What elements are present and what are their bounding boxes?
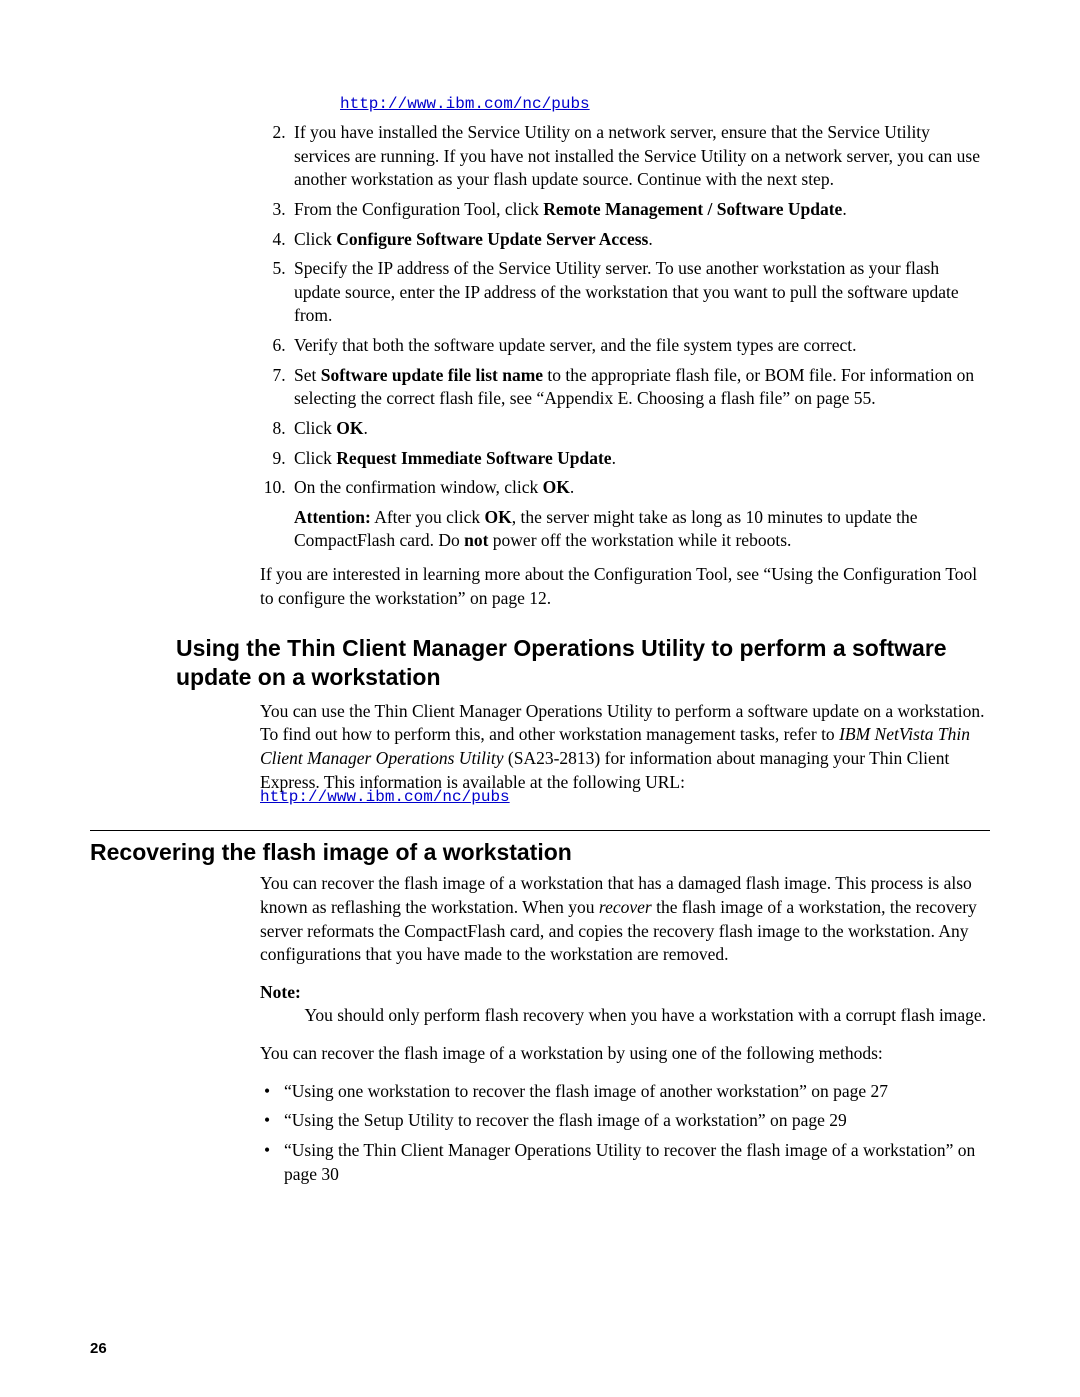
heading-recovering-flash: Recovering the flash image of a workstat… — [90, 839, 990, 866]
step-10: On the confirmation window, click OK. At… — [290, 476, 990, 553]
step-7: Set Software update file list name to th… — [290, 364, 990, 411]
step-3: From the Configuration Tool, click Remot… — [290, 198, 990, 222]
recover-intro: You can recover the flash image of a wor… — [260, 872, 990, 1065]
tcm-paragraph: You can use the Thin Client Manager Oper… — [260, 700, 990, 795]
page-content: http://www.ibm.com/nc/pubs If you have i… — [0, 0, 1080, 1232]
step-6: Verify that both the software update ser… — [290, 334, 990, 358]
page-number: 26 — [90, 1340, 107, 1357]
post-list-paragraph: If you are interested in learning more a… — [260, 563, 990, 610]
heading-thin-client-manager: Using the Thin Client Manager Operations… — [176, 634, 990, 692]
step-4: Click Configure Software Update Server A… — [290, 228, 990, 252]
recover-methods-list: “Using one workstation to recover the fl… — [260, 1080, 990, 1187]
section-separator — [90, 830, 990, 831]
method-1: “Using one workstation to recover the fl… — [280, 1080, 990, 1104]
top-url-block: http://www.ibm.com/nc/pubs — [340, 95, 990, 113]
step-8: Click OK. — [290, 417, 990, 441]
step-9: Click Request Immediate Software Update. — [290, 447, 990, 471]
steps-list: If you have installed the Service Utilit… — [260, 121, 990, 553]
step-2: If you have installed the Service Utilit… — [290, 121, 990, 192]
step-5: Specify the IP address of the Service Ut… — [290, 257, 990, 328]
method-2: “Using the Setup Utility to recover the … — [280, 1109, 990, 1133]
pubs-link-top[interactable]: http://www.ibm.com/nc/pubs — [340, 95, 590, 113]
step-10-attention: Attention: After you click OK, the serve… — [294, 506, 990, 553]
method-3: “Using the Thin Client Manager Operation… — [280, 1139, 990, 1186]
pubs-link-mid[interactable]: http://www.ibm.com/nc/pubs — [260, 788, 510, 806]
